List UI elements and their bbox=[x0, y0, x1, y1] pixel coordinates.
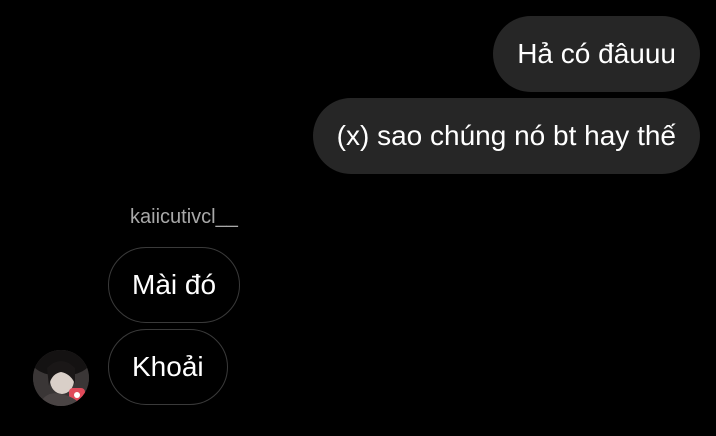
message-text: Khoải bbox=[132, 351, 204, 382]
profile-photo-icon bbox=[33, 350, 89, 406]
message-thread: Hả có đâuuu (x) sao chúng nó bt hay thế … bbox=[0, 0, 716, 436]
message-text: Hả có đâuuu bbox=[517, 38, 676, 69]
outgoing-message[interactable]: Hả có đâuuu bbox=[493, 16, 700, 92]
outgoing-message[interactable]: (x) sao chúng nó bt hay thế bbox=[312, 98, 700, 174]
incoming-message[interactable]: Mài đó bbox=[108, 247, 241, 323]
message-text: Mài đó bbox=[132, 269, 217, 300]
sender-avatar[interactable] bbox=[33, 350, 89, 406]
sender-username: kaiicutivcl__ bbox=[130, 206, 238, 228]
incoming-message[interactable]: Khoải bbox=[108, 329, 228, 405]
message-text: (x) sao chúng nó bt hay thế bbox=[336, 120, 676, 151]
